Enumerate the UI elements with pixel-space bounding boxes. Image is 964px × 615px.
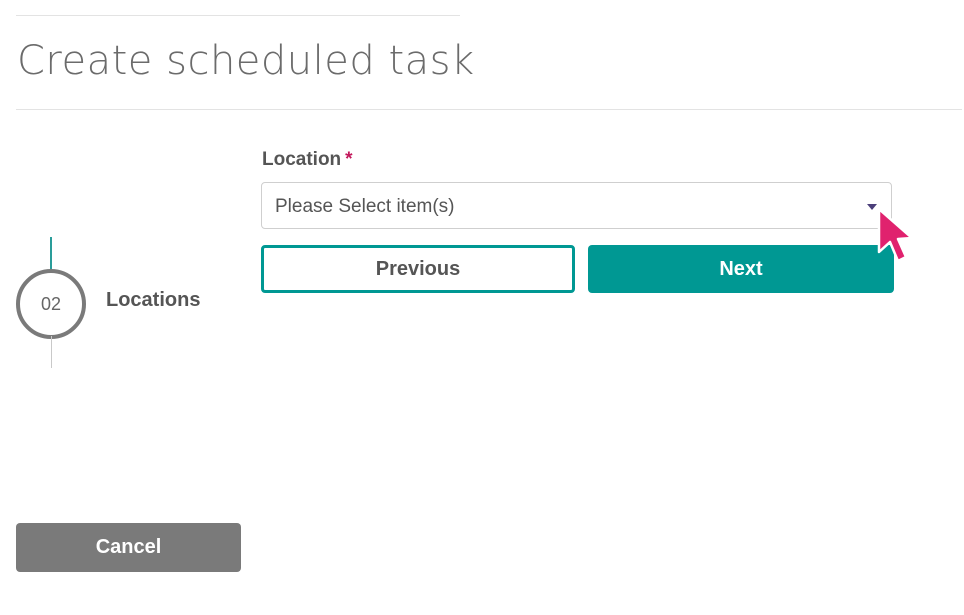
location-select-placeholder: Please Select item(s) — [275, 196, 455, 217]
mouse-pointer-icon — [877, 207, 914, 263]
required-marker: * — [345, 149, 353, 170]
location-select[interactable]: Please Select item(s) — [261, 182, 892, 229]
step-label: Locations — [106, 289, 201, 311]
previous-button[interactable]: Previous — [261, 245, 575, 293]
stepper-connector-top — [50, 237, 52, 271]
top-divider — [16, 15, 460, 16]
next-button[interactable]: Next — [588, 245, 894, 293]
step-indicator: 02 — [16, 269, 86, 339]
create-scheduled-task-page: Create scheduled task 02 Locations Locat… — [0, 0, 964, 615]
location-label-text: Location — [262, 149, 342, 170]
cancel-button-label: Cancel — [95, 536, 162, 558]
page-title: Create scheduled task — [17, 38, 475, 84]
cancel-button[interactable]: Cancel — [16, 523, 241, 572]
next-button-label: Next — [719, 257, 763, 280]
title-divider — [16, 109, 962, 110]
previous-button-label: Previous — [375, 257, 461, 280]
location-label: Location * — [262, 149, 353, 171]
step-number: 02 — [40, 293, 62, 314]
stepper-connector-bottom — [51, 336, 52, 368]
